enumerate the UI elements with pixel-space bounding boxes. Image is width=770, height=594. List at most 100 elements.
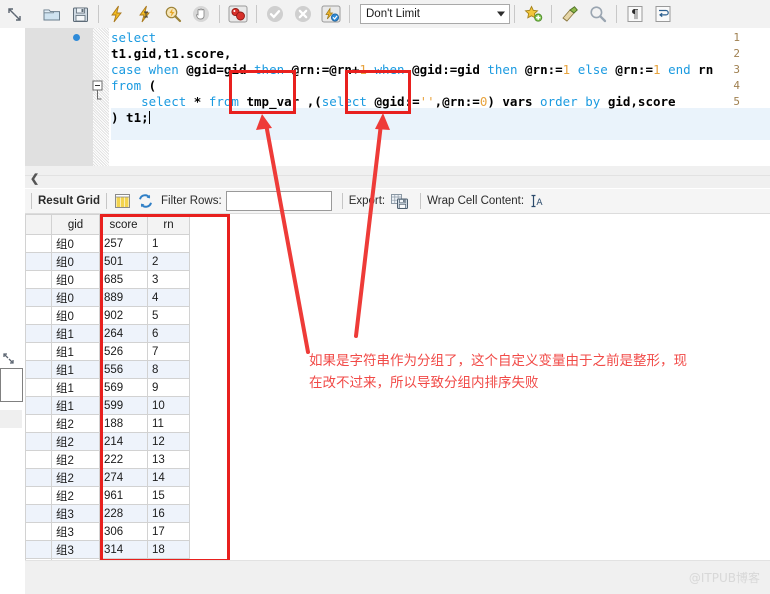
table-cell-score[interactable]: 569 — [99, 378, 148, 397]
table-cell-gid[interactable]: 组2 — [51, 450, 100, 469]
table-cell-score[interactable]: 306 — [99, 522, 148, 541]
row-selector-cell[interactable] — [25, 504, 52, 523]
editor-result-splitter[interactable] — [25, 175, 770, 361]
execute-icon[interactable] — [104, 2, 130, 26]
row-selector-cell[interactable] — [25, 234, 52, 253]
table-cell-gid[interactable]: 组0 — [51, 234, 100, 253]
table-row[interactable]: 组3 228 16 — [25, 504, 190, 523]
table-cell-score[interactable]: 902 — [99, 306, 148, 325]
table-cell-rn[interactable]: 9 — [147, 378, 190, 397]
row-selector-cell[interactable] — [25, 486, 52, 505]
table-cell-score[interactable]: 257 — [99, 234, 148, 253]
editor-horizontal-scrollbar[interactable] — [25, 166, 770, 175]
table-cell-rn[interactable]: 1 — [147, 234, 190, 253]
table-cell-score[interactable]: 264 — [99, 324, 148, 343]
grid-view-icon[interactable] — [114, 194, 130, 208]
table-cell-rn[interactable]: 6 — [147, 324, 190, 343]
row-selector-cell[interactable] — [25, 432, 52, 451]
row-selector-cell[interactable] — [25, 360, 52, 379]
column-header-score[interactable]: score — [99, 214, 148, 235]
row-limit-select[interactable]: Don't Limit — [360, 4, 510, 24]
show-invisible-chars-icon[interactable]: ¶ — [622, 2, 648, 26]
row-selector-cell[interactable] — [25, 378, 52, 397]
table-row[interactable]: 组1 599 10 — [25, 396, 190, 415]
table-cell-score[interactable]: 685 — [99, 270, 148, 289]
execute-current-statement-icon[interactable] — [132, 2, 158, 26]
beautify-icon[interactable] — [557, 2, 583, 26]
row-selector-cell[interactable] — [25, 252, 52, 271]
table-cell-score[interactable]: 188 — [99, 414, 148, 433]
table-row[interactable]: 组2 188 11 — [25, 414, 190, 433]
table-cell-gid[interactable]: 组1 — [51, 324, 100, 343]
table-cell-gid[interactable]: 组3 — [51, 540, 100, 559]
table-cell-rn[interactable]: 7 — [147, 342, 190, 361]
table-row[interactable]: 组1 264 6 — [25, 324, 190, 343]
row-selector-cell[interactable] — [25, 270, 52, 289]
table-cell-gid[interactable]: 组0 — [51, 270, 100, 289]
table-cell-rn[interactable]: 11 — [147, 414, 190, 433]
column-header-gid[interactable]: gid — [51, 214, 100, 235]
wrap-cell-icon[interactable]: A — [530, 194, 545, 208]
row-selector-cell[interactable] — [25, 540, 52, 559]
table-cell-rn[interactable]: 17 — [147, 522, 190, 541]
table-cell-gid[interactable]: 组0 — [51, 306, 100, 325]
table-cell-rn[interactable]: 15 — [147, 486, 190, 505]
table-cell-rn[interactable]: 8 — [147, 360, 190, 379]
table-cell-gid[interactable]: 组1 — [51, 360, 100, 379]
sql-editor[interactable]: 1 2 3 4 5 6 select t1.gid,t1.score, case… — [25, 28, 770, 166]
table-cell-score[interactable]: 599 — [99, 396, 148, 415]
row-selector-cell[interactable] — [25, 522, 52, 541]
table-row[interactable]: 组1 569 9 — [25, 378, 190, 397]
refresh-icon[interactable] — [138, 194, 153, 208]
table-row[interactable]: 组0 685 3 — [25, 270, 190, 289]
open-folder-icon[interactable] — [39, 2, 65, 26]
table-row[interactable]: 组2 222 13 — [25, 450, 190, 469]
explain-icon[interactable] — [160, 2, 186, 26]
table-cell-gid[interactable]: 组1 — [51, 342, 100, 361]
table-cell-gid[interactable]: 组3 — [51, 504, 100, 523]
table-cell-score[interactable]: 556 — [99, 360, 148, 379]
table-row[interactable]: 组1 526 7 — [25, 342, 190, 361]
row-selector-cell[interactable] — [25, 414, 52, 433]
table-row[interactable]: 组0 889 4 — [25, 288, 190, 307]
table-cell-rn[interactable]: 5 — [147, 306, 190, 325]
row-selector-cell[interactable] — [25, 342, 52, 361]
add-snippet-icon[interactable] — [520, 2, 546, 26]
table-cell-rn[interactable]: 18 — [147, 540, 190, 559]
table-cell-gid[interactable]: 组2 — [51, 486, 100, 505]
table-cell-rn[interactable]: 2 — [147, 252, 190, 271]
table-row[interactable]: 组0 501 2 — [25, 252, 190, 271]
table-cell-score[interactable]: 889 — [99, 288, 148, 307]
row-selector-cell[interactable] — [25, 288, 52, 307]
table-cell-gid[interactable]: 组2 — [51, 414, 100, 433]
toggle-stop-on-error-icon[interactable] — [225, 2, 251, 26]
table-cell-score[interactable]: 222 — [99, 450, 148, 469]
table-row[interactable]: 组0 902 5 — [25, 306, 190, 325]
restore-panel-icon[interactable] — [3, 353, 14, 367]
table-cell-rn[interactable]: 16 — [147, 504, 190, 523]
table-cell-gid[interactable]: 组0 — [51, 252, 100, 271]
breakpoint-marker-icon[interactable] — [73, 34, 80, 41]
table-row[interactable]: 组3 314 18 — [25, 540, 190, 559]
row-selector-cell[interactable] — [25, 396, 52, 415]
result-grid-table[interactable]: gid score rn 组0 257 1 组0 501 2 组0 685 3 组0 889 4 组0 9… — [25, 214, 190, 594]
export-icon[interactable] — [391, 193, 409, 209]
table-row[interactable]: 组3 306 17 — [25, 522, 190, 541]
table-cell-score[interactable]: 228 — [99, 504, 148, 523]
table-cell-rn[interactable]: 4 — [147, 288, 190, 307]
table-row[interactable]: 组1 556 8 — [25, 360, 190, 379]
filter-rows-input[interactable] — [225, 191, 332, 211]
table-cell-score[interactable]: 274 — [99, 468, 148, 487]
table-cell-rn[interactable]: 13 — [147, 450, 190, 469]
column-header-select[interactable] — [25, 214, 52, 235]
table-cell-score[interactable]: 526 — [99, 342, 148, 361]
find-icon[interactable] — [585, 2, 611, 26]
table-row[interactable]: 组0 257 1 — [25, 234, 190, 253]
code-text[interactable]: select t1.gid,t1.score, case when @gid=g… — [111, 28, 713, 156]
wrap-lines-icon[interactable] — [650, 2, 676, 26]
column-header-rn[interactable]: rn — [147, 214, 190, 235]
table-cell-gid[interactable]: 组1 — [51, 378, 100, 397]
row-selector-cell[interactable] — [25, 306, 52, 325]
table-cell-score[interactable]: 501 — [99, 252, 148, 271]
table-row[interactable]: 组2 274 14 — [25, 468, 190, 487]
